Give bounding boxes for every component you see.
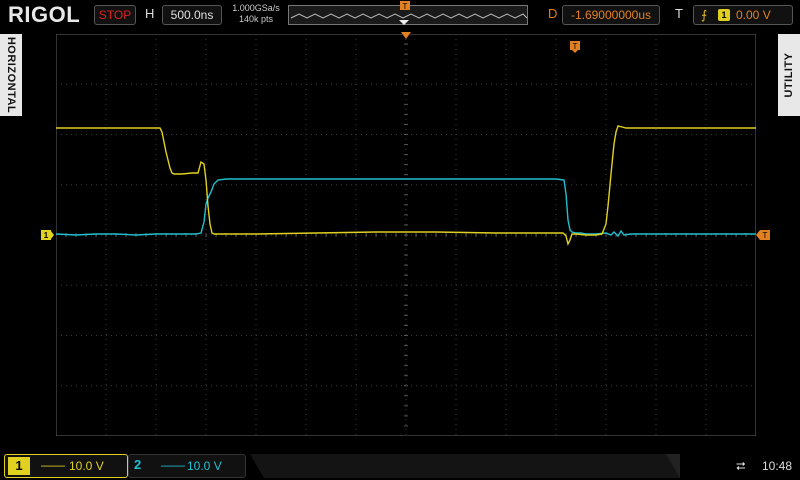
memory-depth: 140k pts (238, 14, 274, 24)
ch2-number: 2 (134, 457, 142, 472)
horizontal-label: H (145, 6, 155, 21)
channel-bar: 1 —— 10.0 V 2 —— 10.0 V ⮂ 10:48 (0, 452, 800, 480)
svg-text:T: T (573, 42, 578, 51)
brand-logo: RIGOL (8, 2, 81, 27)
trigger-position-icon[interactable]: T (569, 40, 581, 54)
channel-1-panel[interactable]: 1 —— 10.0 V (4, 454, 128, 478)
memory-window[interactable]: T (288, 1, 528, 25)
delay-label: D (548, 6, 558, 21)
run-stop-status[interactable]: STOP (94, 5, 136, 25)
ch1-scale: 10.0 V (69, 459, 104, 473)
svg-text:1: 1 (44, 231, 49, 240)
svg-text:T: T (763, 231, 768, 240)
trigger-source: 1 (718, 9, 730, 21)
timebase-value[interactable]: 500.0ns (162, 5, 222, 25)
status-bar-background (250, 454, 680, 478)
acquisition-info: 1.000GSa/s 140k pts (228, 3, 284, 25)
trigger-level-marker[interactable]: T (756, 229, 772, 241)
utility-tab-label: UTILITY (783, 52, 795, 98)
trigger-level-value: 0.00 V (736, 8, 771, 22)
ch1-ground-marker[interactable]: 1 (40, 229, 54, 241)
channel-2-panel[interactable]: 2 —— 10.0 V (128, 454, 246, 478)
ch1-coupling-icon: —— (41, 458, 65, 472)
sample-rate: 1.000GSa/s (232, 3, 280, 13)
svg-text:T: T (403, 2, 408, 11)
system-clock: 10:48 (762, 459, 793, 473)
utility-menu-tab[interactable]: UTILITY (778, 34, 800, 116)
horizontal-tab-label: HORIZONTAL (5, 36, 17, 114)
trigger-label: T (675, 6, 683, 21)
rising-edge-icon: ⨍ (701, 8, 708, 22)
usb-icon: ⮂ (736, 459, 746, 473)
trigger-position-marker (399, 20, 409, 25)
top-status-bar: RIGOL STOP H 500.0ns 1.000GSa/s 140k pts… (0, 0, 800, 30)
memory-trigger-icon: T (400, 1, 410, 11)
waveform-display[interactable] (56, 34, 756, 436)
trigger-settings[interactable]: ⨍ 1 0.00 V (693, 5, 793, 25)
center-position-marker (401, 32, 411, 39)
delay-value[interactable]: -1.69000000us (562, 5, 660, 25)
ch2-scale: 10.0 V (187, 459, 222, 473)
ch2-coupling-icon: —— (161, 458, 185, 472)
ch1-number: 1 (8, 457, 30, 475)
horizontal-menu-tab[interactable]: HORIZONTAL (0, 34, 22, 116)
